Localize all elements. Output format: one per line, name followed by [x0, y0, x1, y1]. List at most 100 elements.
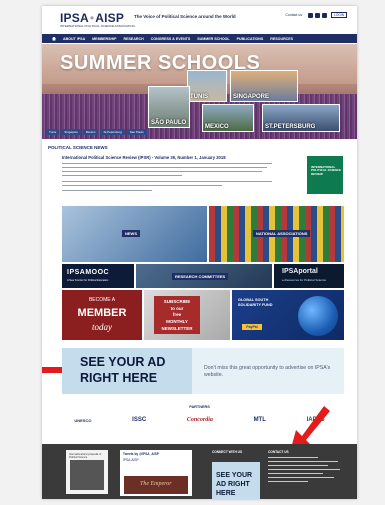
- twitter-icon[interactable]: [315, 12, 321, 18]
- paypal-button[interactable]: PayPal: [242, 324, 262, 330]
- tile-become-member[interactable]: BECOME A MEMBER today: [62, 290, 142, 340]
- logo[interactable]: IPSA•AISP: [60, 11, 124, 25]
- tile-global-south-fund[interactable]: GLOBAL SOUTH SOLIDARITY FUND PayPal: [232, 290, 344, 340]
- text-line: [62, 171, 262, 173]
- city-label: SINGAPORE: [233, 94, 270, 100]
- tile-newsletter[interactable]: SUBSCRIBE to our free MONTHLY NEWSLETTER: [144, 290, 230, 340]
- header: IPSA•AISP INTERNATIONAL POLITICAL SCIENC…: [42, 6, 357, 32]
- nav-item-research[interactable]: RESEARCH: [124, 37, 144, 41]
- logo-separator: •: [89, 11, 95, 25]
- city-tile-mexico[interactable]: MEXICO: [202, 104, 254, 132]
- encyclopedia-cover: [70, 460, 104, 490]
- partner-mtl-logo[interactable]: MTL: [254, 417, 266, 423]
- tile-ipsa-mooc[interactable]: IPSAMOOC A New Frontier for Political Ed…: [62, 264, 134, 288]
- newsletter-line: NEWSLETTER: [161, 326, 193, 331]
- nav-item-resources[interactable]: RESOURCES: [270, 37, 293, 41]
- tile-sublabel: e-Resources for Political Science: [282, 278, 327, 282]
- footer-connect: CONNECT WITH US SEE YOUR AD RIGHT HERE: [212, 450, 260, 499]
- logo-left: IPSA: [60, 11, 89, 25]
- text-line: [268, 465, 328, 466]
- tile-label: NEWS: [122, 230, 140, 237]
- footer: International Encyclopedia of Political …: [42, 444, 357, 499]
- facebook-icon[interactable]: [308, 12, 314, 18]
- connect-title: CONNECT WITH US: [212, 450, 243, 454]
- footer-encyclopedia[interactable]: International Encyclopedia of Political …: [66, 450, 108, 494]
- psn-headline[interactable]: International Political Science Review (…: [62, 155, 226, 160]
- tile-sublabel: A New Frontier for Political Education: [67, 279, 109, 282]
- ad-description: Don't miss this great opportunity to adv…: [204, 365, 331, 378]
- text-line: [62, 175, 182, 177]
- crumb[interactable]: Mexico: [82, 129, 99, 135]
- city-label: TUNIS: [190, 94, 208, 100]
- contact-link[interactable]: Contact us: [285, 13, 302, 17]
- globe-icon: [298, 296, 338, 336]
- psn-section-title: POLITICAL SCIENCE NEWS: [48, 145, 108, 150]
- text-line: [268, 457, 318, 458]
- tile-research-committees[interactable]: RESEARCH COMMITTEES: [136, 264, 272, 288]
- nav-item-summer-school[interactable]: SUMMER SCHOOL: [197, 37, 229, 41]
- text-line: [268, 469, 340, 470]
- hero-banner[interactable]: SUMMER SCHOOLS TUNIS SINGAPORE SÃO PAULO…: [42, 44, 357, 139]
- login-button[interactable]: LOGIN: [331, 12, 347, 18]
- tile-label: NATIONAL ASSOCIATIONS: [253, 230, 311, 237]
- tile-news[interactable]: NEWS: [62, 206, 207, 262]
- newsletter-line: SUBSCRIBE: [163, 299, 191, 304]
- tweet-author[interactable]: IPSA-AISP: [123, 458, 139, 462]
- nav-item-membership[interactable]: MEMBERSHIP: [92, 37, 116, 41]
- tile-ipsa-portal[interactable]: IPSAportal e-Resources for Political Sci…: [274, 264, 344, 288]
- footer-ad-line3: HERE: [216, 490, 236, 497]
- linkedin-icon[interactable]: [322, 12, 328, 18]
- book-title: The Emperor: [140, 481, 172, 487]
- nav-item-publications[interactable]: PUBLICATIONS: [237, 37, 264, 41]
- footer-tweets[interactable]: Tweets by @IPSA_AISP IPSA-AISP The Emper…: [120, 450, 192, 496]
- text-line: [62, 190, 152, 192]
- footer-contact: CONTACT US: [268, 450, 348, 494]
- newsletter-line: MONTHLY: [166, 319, 188, 324]
- nav-item-about[interactable]: ABOUT IPSA: [63, 37, 85, 41]
- member-line2: MEMBER: [77, 307, 127, 319]
- text-line: [268, 477, 334, 478]
- contact-title: CONTACT US: [268, 450, 289, 454]
- home-icon[interactable]: [52, 36, 56, 41]
- crumb[interactable]: Sao Paulo: [126, 129, 147, 135]
- footer-ad-line1: SEE YOUR: [216, 472, 253, 479]
- city-tile-singapore[interactable]: SINGAPORE: [230, 70, 298, 102]
- city-tile-sao-paulo[interactable]: SÃO PAULO: [148, 86, 190, 128]
- partner-unesco-logo[interactable]: UNESCO: [74, 418, 91, 423]
- header-utilities: Contact us LOGIN: [285, 12, 347, 18]
- ad-box: SEE YOUR AD RIGHT HERE: [62, 348, 192, 394]
- ipsr-cover-thumbnail[interactable]: INTERNATIONAL POLITICAL SCIENCE REVIEW: [307, 156, 343, 194]
- tile-label: IPSAportal: [282, 268, 318, 275]
- footer-ad-box[interactable]: SEE YOUR AD RIGHT HERE: [212, 462, 260, 499]
- tweet-image[interactable]: The Emperor: [124, 476, 188, 494]
- footer-ad-line2: AD RIGHT: [216, 481, 250, 488]
- city-label: SÃO PAULO: [151, 120, 187, 126]
- ad-headline-line1: SEE YOUR AD: [80, 355, 166, 369]
- partner-issc-logo[interactable]: ISSC: [132, 417, 146, 423]
- text-line: [62, 185, 222, 187]
- advertise-banner[interactable]: SEE YOUR AD RIGHT HERE Don't miss this g…: [62, 348, 344, 394]
- partner-concordia-logo[interactable]: Concordia: [187, 417, 213, 423]
- psn-article[interactable]: International Political Science Review (…: [48, 152, 351, 196]
- thumb-label: INTERNATIONAL POLITICAL SCIENCE REVIEW: [311, 165, 341, 176]
- global-line: GLOBAL SOUTH: [238, 298, 269, 302]
- global-label: GLOBAL SOUTH SOLIDARITY FUND: [238, 298, 273, 308]
- tagline: The Voice of Political Science around th…: [134, 14, 236, 19]
- city-label: ST.PETERSBURG: [265, 124, 316, 130]
- member-line1: BECOME A: [88, 297, 116, 303]
- member-line3: today: [92, 322, 112, 332]
- text-line: [268, 473, 323, 474]
- tweets-title: Tweets by @IPSA_AISP: [123, 452, 159, 456]
- crumb[interactable]: St.Petersburg: [100, 129, 125, 135]
- crumb[interactable]: Singapore: [61, 129, 81, 135]
- logo-subtitle: INTERNATIONAL POLITICAL SCIENCE ASSOCIAT…: [60, 24, 135, 28]
- nav-item-congress[interactable]: CONGRESS & EVENTS: [151, 37, 191, 41]
- tile-national-associations[interactable]: NATIONAL ASSOCIATIONS: [209, 206, 344, 262]
- tile-label: RESEARCH COMMITTEES: [172, 273, 229, 280]
- city-tile-tunis[interactable]: TUNIS: [187, 70, 227, 102]
- city-tile-st-petersburg[interactable]: ST.PETERSBURG: [262, 104, 340, 132]
- hero-crumbs: Tunis Singapore Mexico St.Petersburg Sao…: [46, 129, 147, 135]
- crumb[interactable]: Tunis: [46, 129, 60, 135]
- main-nav: ABOUT IPSA MEMBERSHIP RESEARCH CONGRESS …: [42, 34, 357, 43]
- ad-headline-line2: RIGHT HERE: [80, 371, 158, 385]
